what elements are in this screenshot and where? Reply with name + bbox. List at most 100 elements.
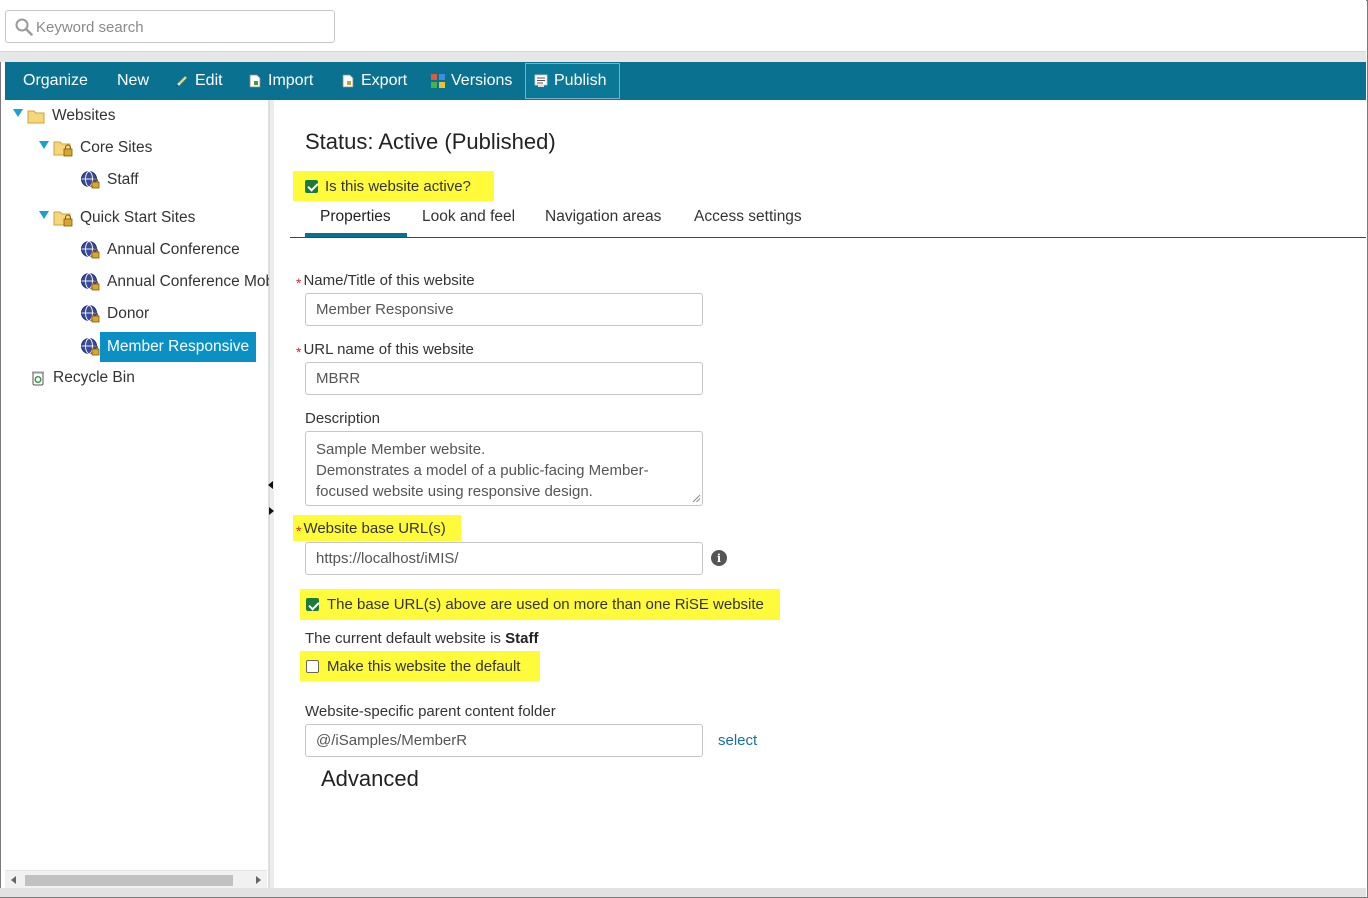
site-tree: Websites Core Sites Staff Quick Start Si… <box>5 100 269 888</box>
scroll-thumb[interactable] <box>25 875 233 886</box>
tree-label-staff: Staff <box>107 171 139 188</box>
info-icon[interactable]: i <box>711 550 727 566</box>
locked-folder-icon <box>53 211 73 227</box>
required-marker: * <box>296 523 302 539</box>
organize-button[interactable]: Organize <box>15 62 96 100</box>
tree-label-websites: Websites <box>52 107 116 124</box>
edit-label: Edit <box>195 72 223 89</box>
make-default-checkbox[interactable] <box>306 659 319 673</box>
tree-item-annual-conference[interactable]: Annual Conference <box>80 235 247 265</box>
expand-caret-core-sites[interactable] <box>39 141 49 149</box>
scroll-right-icon[interactable] <box>256 876 261 884</box>
tab-navigation-areas[interactable]: Navigation areas <box>545 208 661 226</box>
import-button[interactable]: Import <box>240 62 321 100</box>
recycle-bin-icon <box>32 371 44 386</box>
search-bar <box>0 0 1366 52</box>
current-default-site: Staff <box>505 630 539 647</box>
advanced-heading[interactable]: Advanced <box>321 766 419 792</box>
expand-caret-websites[interactable] <box>13 109 23 117</box>
export-label: Export <box>361 72 408 89</box>
locked-globe-icon <box>81 305 100 323</box>
footer-band <box>0 888 1366 897</box>
folder-icon <box>27 110 45 124</box>
versions-button[interactable]: Versions <box>423 62 520 100</box>
tab-navigation-areas-label: Navigation areas <box>545 208 662 225</box>
description-textarea[interactable]: Sample Member website. Demonstrates a mo… <box>305 431 703 506</box>
name-field-label: * Name/Title of this website <box>296 272 475 291</box>
base-url-shared-checkbox[interactable] <box>306 598 319 611</box>
current-default-text: The current default website is Staff <box>305 630 538 647</box>
locked-globe-icon <box>81 171 100 189</box>
tree-item-quick-start-sites[interactable]: Quick Start Sites <box>53 203 202 233</box>
url-name-input[interactable] <box>305 362 703 395</box>
versions-icon <box>431 74 445 88</box>
tab-look-and-feel-label: Look and feel <box>422 208 516 225</box>
make-default-checkbox-row[interactable]: Make this website the default <box>300 651 540 681</box>
scroll-left-icon[interactable] <box>11 876 16 884</box>
tab-bar: Properties Look and feel Navigation area… <box>290 200 1366 238</box>
locked-folder-icon <box>53 141 73 157</box>
name-input[interactable] <box>305 293 703 326</box>
tree-item-recycle-bin[interactable]: Recycle Bin <box>30 363 142 393</box>
export-button[interactable]: Export <box>333 62 415 100</box>
required-marker: * <box>296 275 302 291</box>
tab-properties[interactable]: Properties <box>320 208 391 226</box>
versions-label: Versions <box>451 72 513 89</box>
description-field-label: Description <box>305 410 381 427</box>
tree-label-annual-conference: Annual Conference <box>107 241 240 258</box>
tree-horizontal-scrollbar[interactable] <box>5 870 267 888</box>
search-input[interactable] <box>36 15 326 39</box>
locked-globe-icon <box>81 273 100 291</box>
page-title: Status: Active (Published) <box>305 129 556 154</box>
required-marker: * <box>296 344 302 360</box>
tree-item-donor[interactable]: Donor <box>80 299 156 329</box>
organize-label: Organize <box>23 72 88 89</box>
url-name-label-text: URL name of this website <box>303 341 474 358</box>
select-folder-link[interactable]: select <box>718 732 757 749</box>
resize-grip-icon[interactable] <box>692 494 701 503</box>
import-icon <box>249 74 261 88</box>
export-icon <box>342 74 354 88</box>
base-url-shared-label: The base URL(s) above are used on more t… <box>327 596 764 613</box>
tree-label-core-sites: Core Sites <box>80 139 153 156</box>
active-checkbox[interactable] <box>305 179 318 193</box>
locked-globe-icon <box>81 241 100 259</box>
tab-properties-label: Properties <box>320 208 391 225</box>
base-url-field-label: * Website base URL(s) <box>293 515 461 541</box>
new-button[interactable]: New <box>109 62 157 100</box>
parent-folder-input[interactable] <box>305 724 703 757</box>
tree-item-member-responsive[interactable]: Member Responsive <box>80 331 257 363</box>
tab-access-settings[interactable]: Access settings <box>694 208 802 226</box>
tree-label-quick-start-sites: Quick Start Sites <box>80 209 196 226</box>
new-label: New <box>117 72 150 89</box>
tab-access-settings-label: Access settings <box>694 208 802 225</box>
search-box[interactable] <box>5 10 335 43</box>
expand-caret-quick-start-sites[interactable] <box>39 211 49 219</box>
tree-label-recycle-bin: Recycle Bin <box>53 369 135 386</box>
base-url-shared-checkbox-row[interactable]: The base URL(s) above are used on more t… <box>300 589 780 620</box>
tree-label-member-responsive: Member Responsive <box>100 332 257 362</box>
tree-item-core-sites[interactable]: Core Sites <box>53 133 159 163</box>
publish-icon <box>534 74 548 87</box>
name-label-text: Name/Title of this website <box>303 272 475 289</box>
import-label: Import <box>268 72 314 89</box>
header-band <box>0 52 1366 62</box>
tree-item-annual-conference-mobile[interactable]: Annual Conference Mob <box>80 267 269 297</box>
tree-item-websites[interactable]: Websites <box>27 101 122 131</box>
toolbar: Organize New Edit Import Export Versions… <box>5 62 1366 100</box>
url-name-field-label: * URL name of this website <box>296 341 474 360</box>
base-url-label-text: Website base URL(s) <box>303 519 446 537</box>
tree-label-annual-conference-mobile: Annual Conference Mob <box>107 273 269 290</box>
publish-label: Publish <box>554 72 607 89</box>
website-properties-panel: Status: Active (Published) Is this websi… <box>274 100 1366 888</box>
base-url-input[interactable] <box>305 542 703 575</box>
tree-item-staff[interactable]: Staff <box>80 165 146 195</box>
tab-look-and-feel[interactable]: Look and feel <box>422 208 515 226</box>
edit-button[interactable]: Edit <box>167 62 231 100</box>
active-checkbox-label: Is this website active? <box>325 177 471 195</box>
active-checkbox-row[interactable]: Is this website active? <box>293 171 494 201</box>
tree-label-donor: Donor <box>107 305 150 322</box>
publish-button[interactable]: Publish <box>525 63 620 99</box>
make-default-label: Make this website the default <box>327 657 521 675</box>
collapse-left-icon[interactable] <box>268 481 273 489</box>
